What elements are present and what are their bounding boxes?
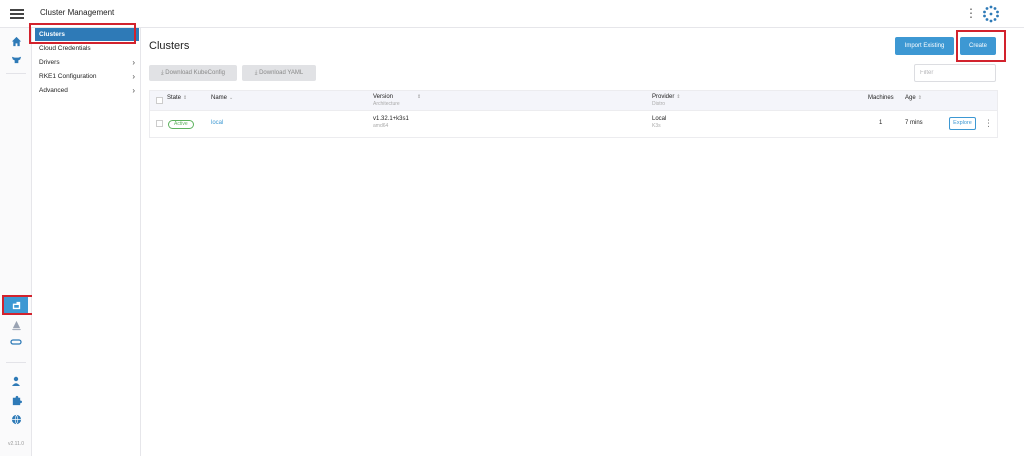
machines-count: 1 xyxy=(879,120,883,126)
sidebar-item-advanced[interactable]: Advanced › xyxy=(35,84,139,97)
sidebar-item-drivers[interactable]: Drivers › xyxy=(35,56,139,69)
page-header-title: Cluster Management xyxy=(40,8,115,17)
version-label: v2.11.0 xyxy=(7,441,25,447)
chevron-right-icon: › xyxy=(132,86,135,95)
row-actions-icon[interactable]: ⋮ xyxy=(984,117,993,130)
sort-icon: ⇕ xyxy=(917,95,922,101)
sort-icon: ⇕ xyxy=(417,94,422,100)
cluster-version: v1.32.1+k3s1 amd64 xyxy=(373,116,409,129)
explore-button[interactable]: Explore xyxy=(949,117,976,130)
column-provider-label: Provider xyxy=(652,94,675,100)
filter-input[interactable] xyxy=(914,64,996,82)
rail-divider xyxy=(6,73,26,74)
sidebar-item-label: Drivers xyxy=(39,59,60,66)
download-yaml-button[interactable]: ⤓ Download YAML xyxy=(242,65,316,81)
download-yaml-label: Download YAML xyxy=(259,70,304,76)
architecture-value: amd64 xyxy=(373,123,389,129)
column-version[interactable]: Version ⇕ Architecture xyxy=(373,94,421,107)
column-machines[interactable]: Machines xyxy=(868,95,894,101)
select-all-checkbox[interactable] xyxy=(156,97,163,104)
download-icon: ⤓ xyxy=(160,70,164,76)
sidebar-item-label: Cloud Credentials xyxy=(39,45,91,52)
sort-icon: ⇕ xyxy=(183,95,188,101)
column-name[interactable]: Name ⌄ xyxy=(211,95,233,101)
cluster-name-link[interactable]: local xyxy=(211,120,223,126)
sidebar-item-label: Advanced xyxy=(39,87,68,94)
version-value: v1.32.1+k3s1 xyxy=(373,116,409,122)
column-age-label: Age xyxy=(905,95,916,101)
column-machines-label: Machines xyxy=(868,95,894,101)
column-state[interactable]: State ⇕ xyxy=(167,95,187,101)
puzzle-extension-icon[interactable] xyxy=(8,392,24,408)
home-icon[interactable] xyxy=(8,33,24,49)
cluster-age: 7 mins xyxy=(905,120,923,126)
provider-value: Local xyxy=(652,116,667,122)
column-name-label: Name xyxy=(211,95,228,101)
cluster-cow-icon[interactable] xyxy=(8,51,24,67)
download-kubeconfig-button[interactable]: ⤓ Download KubeConfig xyxy=(149,65,237,81)
rail-divider xyxy=(6,362,26,363)
sidebar-highlight-outline xyxy=(29,23,136,44)
table-row: Active local v1.32.1+k3s1 amd64 Local K3… xyxy=(150,111,997,137)
app-root: Cluster Management ⋮ v2.11.0 Clusters Cl… xyxy=(0,0,1024,456)
column-distro-label: Distro xyxy=(652,101,666,107)
menu-icon[interactable] xyxy=(10,9,24,19)
import-existing-button[interactable]: Import Existing xyxy=(895,37,954,55)
chevron-right-icon: › xyxy=(132,72,135,81)
download-kubeconfig-label: Download KubeConfig xyxy=(165,70,226,76)
table-header: State ⇕ Name ⌄ Version ⇕ Architecture Provi… xyxy=(150,91,997,111)
top-header: Cluster Management ⋮ xyxy=(0,0,1024,28)
globe-icon[interactable] xyxy=(8,411,24,427)
sort-icon: ⇕ xyxy=(676,94,681,100)
column-age[interactable]: Age ⇕ xyxy=(905,95,922,101)
main-content: Clusters Import Existing Create ⤓ Downlo… xyxy=(141,28,1024,456)
status-badge: Active xyxy=(168,120,194,129)
clusters-table: State ⇕ Name ⌄ Version ⇕ Architecture Provi… xyxy=(149,90,998,138)
page-title: Clusters xyxy=(149,40,190,52)
user-icon[interactable] xyxy=(8,373,24,389)
column-state-label: State xyxy=(167,95,182,101)
extensions-chain-icon[interactable] xyxy=(8,334,24,350)
more-options-icon[interactable]: ⋮ xyxy=(965,6,977,20)
sidebar-item-label: RKE1 Configuration xyxy=(39,73,97,80)
icon-rail: v2.11.0 xyxy=(0,28,38,456)
chevron-right-icon: › xyxy=(132,58,135,67)
fleet-sail-icon[interactable] xyxy=(8,317,24,333)
column-provider[interactable]: Provider ⇕ Distro xyxy=(652,94,681,107)
brand-logo-icon xyxy=(983,5,999,23)
distro-value: K3s xyxy=(652,123,661,129)
column-version-label: Version xyxy=(373,94,394,100)
column-architecture-label: Architecture xyxy=(373,101,400,107)
cluster-provider: Local K3s xyxy=(652,116,666,129)
sidebar-item-rke1-configuration[interactable]: RKE1 Configuration › xyxy=(35,70,139,83)
side-navigation: Clusters Cloud Credentials Drivers › RKE… xyxy=(32,28,141,456)
create-highlight-outline xyxy=(956,30,1006,62)
row-checkbox[interactable] xyxy=(156,120,163,127)
download-icon: ⤓ xyxy=(254,70,258,76)
sort-down-icon: ⌄ xyxy=(229,95,234,101)
